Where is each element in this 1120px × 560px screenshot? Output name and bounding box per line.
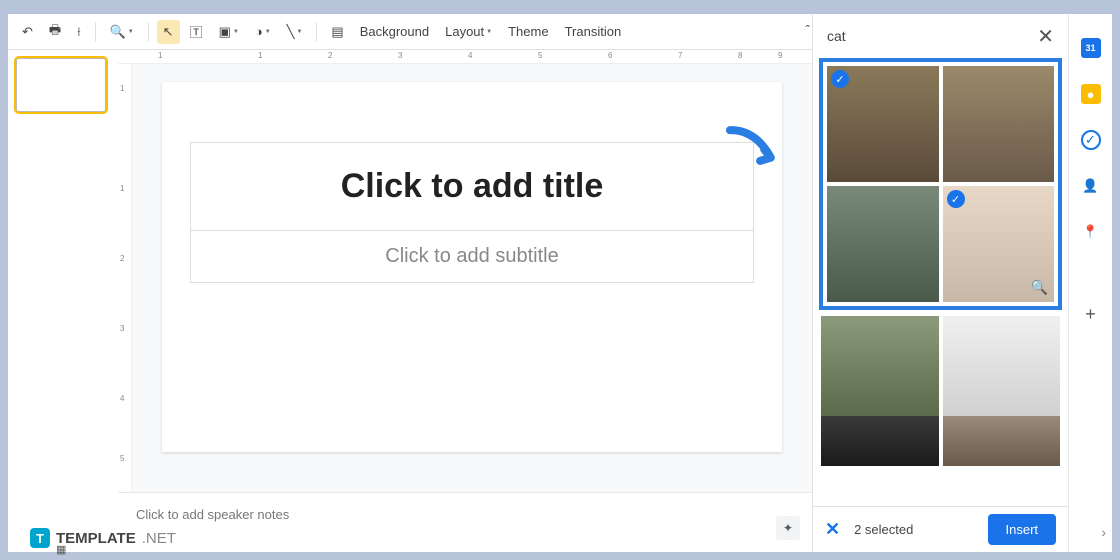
background-button[interactable]: Background (354, 20, 435, 43)
side-collapse-arrow[interactable]: › (1101, 524, 1106, 540)
subtitle-placeholder[interactable]: Click to add subtitle (190, 231, 754, 283)
image-result[interactable] (943, 316, 1061, 416)
selected-check-icon: ✓ (947, 190, 965, 208)
close-panel-button[interactable]: ✕ (1037, 24, 1054, 49)
side-addon-bar: 31 ● ✓ 👤 📍 + (1068, 14, 1112, 552)
image-search-panel: ✕ ✓ ✓ 🔍 ✕ (812, 14, 1068, 552)
maps-icon[interactable]: 📍 (1081, 222, 1101, 242)
image-result[interactable]: ✓ (827, 66, 939, 182)
selected-check-icon: ✓ (831, 70, 849, 88)
textbox-button[interactable]: 🅃 (184, 18, 209, 45)
toolbar-separator (316, 22, 317, 42)
transition-button[interactable]: Transition (559, 20, 628, 43)
insert-button[interactable]: Insert (988, 514, 1057, 545)
undo-button[interactable]: ↶ (16, 20, 39, 44)
slide-thumbnail-panel (8, 50, 118, 552)
image-result[interactable] (821, 316, 939, 416)
image-result[interactable] (827, 186, 939, 302)
title-text: Click to add title (201, 167, 743, 206)
watermark-suffix: .NET (142, 530, 176, 547)
collapse-panel-button[interactable]: ˆ (805, 22, 810, 38)
toolbar-separator (95, 22, 96, 42)
slide[interactable]: Click to add title Click to add subtitle (162, 82, 782, 452)
slide-wrap: 112345 Click to add title Click to add s… (118, 64, 812, 492)
clear-selection-button[interactable]: ✕ (825, 519, 840, 540)
tasks-icon[interactable]: ✓ (1081, 130, 1101, 150)
slide-canvas[interactable]: Click to add title Click to add subtitle (132, 64, 812, 492)
search-input[interactable] (827, 28, 1027, 44)
speaker-notes-placeholder: Click to add speaker notes (136, 507, 289, 522)
watermark: T TEMPLATE .NET (30, 528, 176, 548)
ruler-horizontal: 1123456789 (118, 50, 812, 64)
magnify-icon[interactable]: 🔍 (1031, 279, 1048, 296)
print-button[interactable]: 🖶 (43, 17, 67, 47)
annotation-arrow (713, 115, 796, 208)
explore-button[interactable]: ✦ (776, 516, 800, 540)
theme-button[interactable]: Theme (502, 20, 554, 43)
zoom-button[interactable]: 🔍 ▼ (104, 20, 140, 44)
grid-view-icon[interactable]: ▦ (56, 543, 66, 556)
watermark-brand: TEMPLATE (56, 530, 136, 547)
layout-button[interactable]: Layout▼ (439, 20, 498, 43)
app-window: ↶ 🖶 ⟊ 🔍 ▼ ↖ 🅃 ▣ ▼ ◑ ▼ ╲ ▼ ▤ Background L… (8, 14, 1112, 552)
watermark-logo: T (30, 528, 50, 548)
selection-count: 2 selected (854, 522, 973, 537)
comment-button[interactable]: ▤ (325, 20, 349, 44)
image-result[interactable] (943, 416, 1061, 466)
search-header: ✕ (813, 14, 1068, 58)
content-row: 1123456789 112345 Click to add title Cli… (8, 50, 812, 552)
image-result[interactable] (821, 416, 939, 466)
subtitle-text: Click to add subtitle (201, 245, 743, 268)
add-addon-button[interactable]: + (1081, 304, 1101, 324)
more-results (819, 316, 1062, 416)
image-result[interactable]: ✓ 🔍 (943, 186, 1055, 302)
image-button[interactable]: ▣ ▼ (213, 20, 245, 44)
more-results-partial (819, 416, 1062, 466)
toolbar: ↶ 🖶 ⟊ 🔍 ▼ ↖ 🅃 ▣ ▼ ◑ ▼ ╲ ▼ ▤ Background L… (8, 14, 812, 50)
title-placeholder[interactable]: Click to add title (190, 142, 754, 231)
line-button[interactable]: ╲ ▼ (281, 20, 309, 44)
image-result[interactable] (943, 66, 1055, 182)
calendar-icon[interactable]: 31 (1081, 38, 1101, 58)
keep-icon[interactable]: ● (1081, 84, 1101, 104)
contacts-icon[interactable]: 👤 (1081, 176, 1101, 196)
highlighted-results: ✓ ✓ 🔍 (819, 58, 1062, 310)
search-results: ✓ ✓ 🔍 (813, 58, 1068, 506)
slide-thumbnail[interactable] (16, 58, 106, 112)
paint-format-button[interactable]: ⟊ (71, 20, 86, 44)
ruler-vertical: 112345 (118, 64, 132, 492)
search-panel-footer: ✕ 2 selected Insert (813, 506, 1068, 552)
main-area: ↶ 🖶 ⟊ 🔍 ▼ ↖ 🅃 ▣ ▼ ◑ ▼ ╲ ▼ ▤ Background L… (8, 14, 812, 552)
toolbar-separator (148, 22, 149, 42)
slide-area: 1123456789 112345 Click to add title Cli… (118, 50, 812, 552)
shape-button[interactable]: ◑ ▼ (249, 20, 277, 43)
select-tool-button[interactable]: ↖ (157, 20, 180, 44)
speaker-notes[interactable]: Click to add speaker notes (118, 492, 812, 552)
